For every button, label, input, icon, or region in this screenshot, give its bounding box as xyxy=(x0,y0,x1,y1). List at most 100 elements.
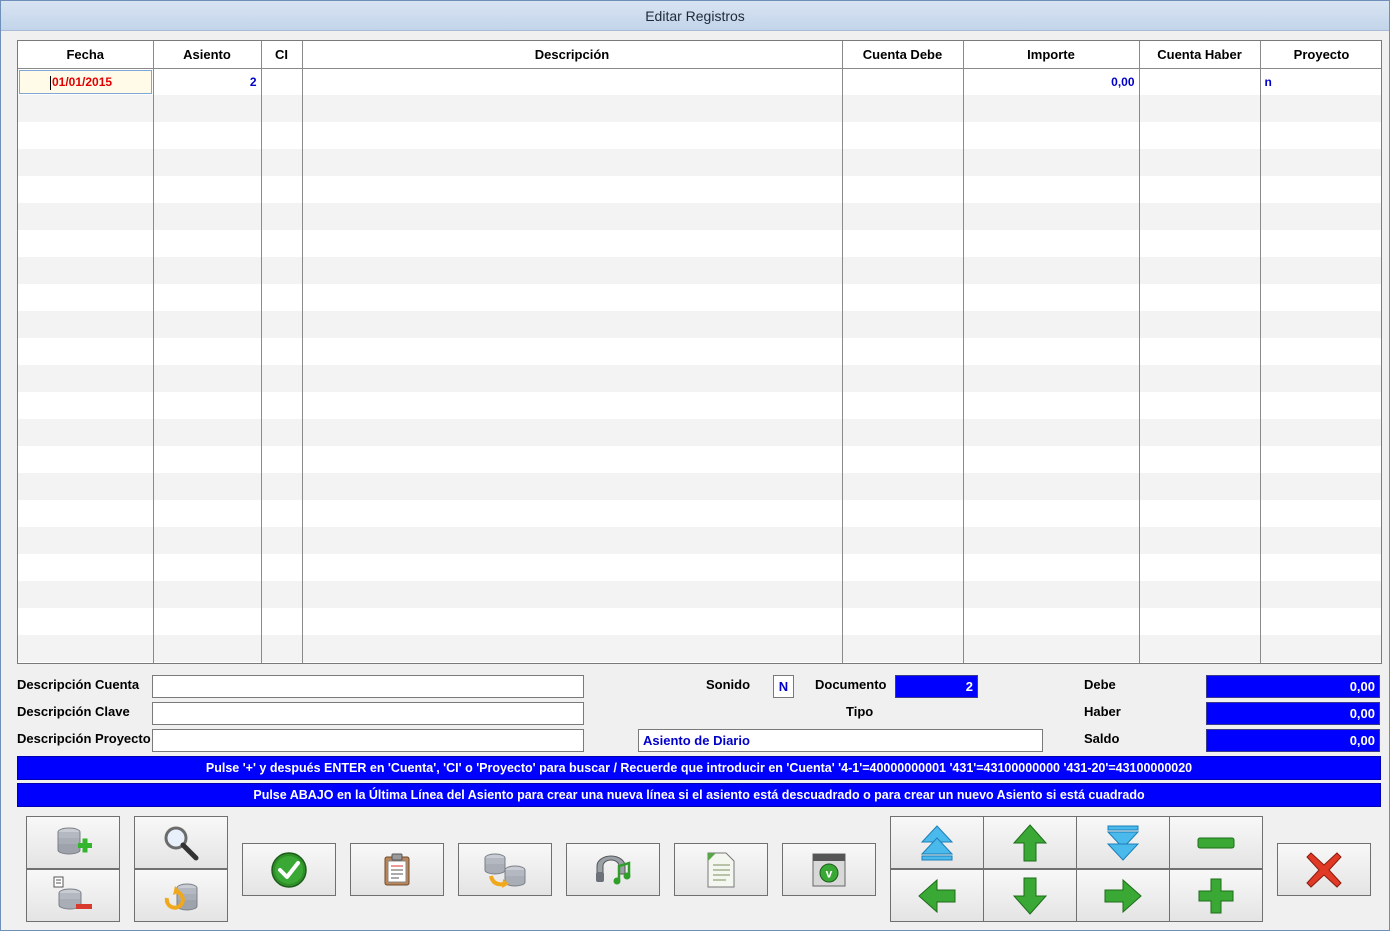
table-row-empty[interactable] xyxy=(18,446,1381,473)
cell-cuenta-debe[interactable] xyxy=(842,122,964,149)
cell-cuenta-debe[interactable] xyxy=(842,419,964,446)
cell-proyecto[interactable] xyxy=(1260,122,1381,149)
sonido-field[interactable]: N xyxy=(773,675,794,698)
cell-cuenta-debe[interactable] xyxy=(842,446,964,473)
cell-ci[interactable] xyxy=(261,446,303,473)
cell-asiento[interactable] xyxy=(153,500,262,527)
search-button[interactable] xyxy=(134,816,228,869)
table-row-empty[interactable] xyxy=(18,284,1381,311)
cell-descripcion[interactable] xyxy=(302,527,843,554)
cell-cuenta-debe[interactable] xyxy=(842,392,964,419)
cell-proyecto[interactable] xyxy=(1260,95,1381,122)
tipo-field[interactable]: Asiento de Diario xyxy=(638,729,1043,752)
cell-cuenta-haber[interactable] xyxy=(1139,392,1261,419)
cell-proyecto[interactable] xyxy=(1260,419,1381,446)
column-header-cuenta-haber[interactable]: Cuenta Haber xyxy=(1139,41,1261,69)
cell-ci[interactable] xyxy=(261,662,303,663)
cell-cuenta-debe[interactable] xyxy=(842,473,964,500)
cell-ci[interactable] xyxy=(261,203,303,230)
cell-ci[interactable] xyxy=(261,149,303,176)
cell-importe[interactable] xyxy=(963,419,1140,446)
table-row-empty[interactable] xyxy=(18,176,1381,203)
cell-asiento[interactable] xyxy=(153,203,262,230)
cell-cuenta-haber[interactable] xyxy=(1139,500,1261,527)
cell-fecha[interactable] xyxy=(18,230,154,257)
cell-asiento[interactable] xyxy=(153,311,262,338)
cell-descripcion[interactable] xyxy=(302,149,843,176)
cell-ci[interactable] xyxy=(261,284,303,311)
table-row-empty[interactable] xyxy=(18,473,1381,500)
table-row-empty[interactable] xyxy=(18,203,1381,230)
cell-asiento[interactable] xyxy=(153,95,262,122)
cell-descripcion[interactable] xyxy=(302,176,843,203)
table-row[interactable]: 01/01/2015 2 0,00 n xyxy=(18,68,1381,95)
cell-proyecto[interactable] xyxy=(1260,500,1381,527)
column-header-proyecto[interactable]: Proyecto xyxy=(1260,41,1381,69)
table-row-empty[interactable] xyxy=(18,419,1381,446)
cell-cuenta-haber[interactable] xyxy=(1139,554,1261,581)
cell-importe[interactable]: 0,00 xyxy=(963,68,1140,95)
sound-button[interactable] xyxy=(566,843,660,896)
cell-importe[interactable] xyxy=(963,662,1140,663)
table-row-empty[interactable] xyxy=(18,365,1381,392)
cell-importe[interactable] xyxy=(963,446,1140,473)
cell-fecha[interactable]: 01/01/2015 xyxy=(18,68,154,95)
table-row-empty[interactable] xyxy=(18,95,1381,122)
cell-proyecto[interactable] xyxy=(1260,284,1381,311)
cell-importe[interactable] xyxy=(963,176,1140,203)
cell-ci[interactable] xyxy=(261,122,303,149)
cell-asiento[interactable] xyxy=(153,581,262,608)
cell-ci[interactable] xyxy=(261,608,303,635)
cell-asiento[interactable] xyxy=(153,149,262,176)
cell-importe[interactable] xyxy=(963,581,1140,608)
cell-cuenta-debe[interactable] xyxy=(842,500,964,527)
cell-descripcion[interactable] xyxy=(302,608,843,635)
cell-fecha[interactable] xyxy=(18,122,154,149)
table-row-empty[interactable] xyxy=(18,635,1381,662)
clipboard-button[interactable] xyxy=(350,843,444,896)
cell-fecha[interactable] xyxy=(18,149,154,176)
cell-cuenta-debe[interactable] xyxy=(842,230,964,257)
cell-asiento[interactable] xyxy=(153,554,262,581)
add-record-button[interactable] xyxy=(26,816,120,869)
cell-fecha[interactable] xyxy=(18,257,154,284)
table-row-empty[interactable] xyxy=(18,230,1381,257)
cell-importe[interactable] xyxy=(963,527,1140,554)
table-row-empty[interactable] xyxy=(18,392,1381,419)
column-header-importe[interactable]: Importe xyxy=(963,41,1140,69)
cell-fecha[interactable] xyxy=(18,662,154,663)
cell-descripcion[interactable] xyxy=(302,365,843,392)
last-record-button[interactable] xyxy=(1076,816,1170,869)
right-button[interactable] xyxy=(1076,869,1170,922)
cell-cuenta-haber[interactable] xyxy=(1139,608,1261,635)
cell-descripcion[interactable] xyxy=(302,446,843,473)
cell-descripcion[interactable] xyxy=(302,338,843,365)
cell-descripcion[interactable] xyxy=(302,95,843,122)
cell-importe[interactable] xyxy=(963,338,1140,365)
cell-ci[interactable] xyxy=(261,257,303,284)
cell-asiento[interactable] xyxy=(153,392,262,419)
cell-cuenta-debe[interactable] xyxy=(842,149,964,176)
cell-cuenta-haber[interactable] xyxy=(1139,635,1261,662)
cell-cuenta-haber[interactable] xyxy=(1139,122,1261,149)
cell-ci[interactable] xyxy=(261,581,303,608)
cell-asiento[interactable]: 2 xyxy=(153,68,262,95)
cell-descripcion[interactable] xyxy=(302,392,843,419)
cell-cuenta-debe[interactable] xyxy=(842,527,964,554)
cell-cuenta-haber[interactable] xyxy=(1139,203,1261,230)
cell-proyecto[interactable] xyxy=(1260,149,1381,176)
cell-cuenta-debe[interactable] xyxy=(842,608,964,635)
cell-importe[interactable] xyxy=(963,365,1140,392)
cell-ci[interactable] xyxy=(261,392,303,419)
cell-descripcion[interactable] xyxy=(302,230,843,257)
cell-descripcion[interactable] xyxy=(302,581,843,608)
cell-descripcion[interactable] xyxy=(302,635,843,662)
cell-ci[interactable] xyxy=(261,311,303,338)
cell-ci[interactable] xyxy=(261,95,303,122)
cell-proyecto[interactable] xyxy=(1260,338,1381,365)
cell-cuenta-debe[interactable] xyxy=(842,662,964,663)
cell-cuenta-haber[interactable] xyxy=(1139,230,1261,257)
cell-descripcion[interactable] xyxy=(302,662,843,663)
cell-proyecto[interactable] xyxy=(1260,527,1381,554)
cell-fecha[interactable] xyxy=(18,473,154,500)
